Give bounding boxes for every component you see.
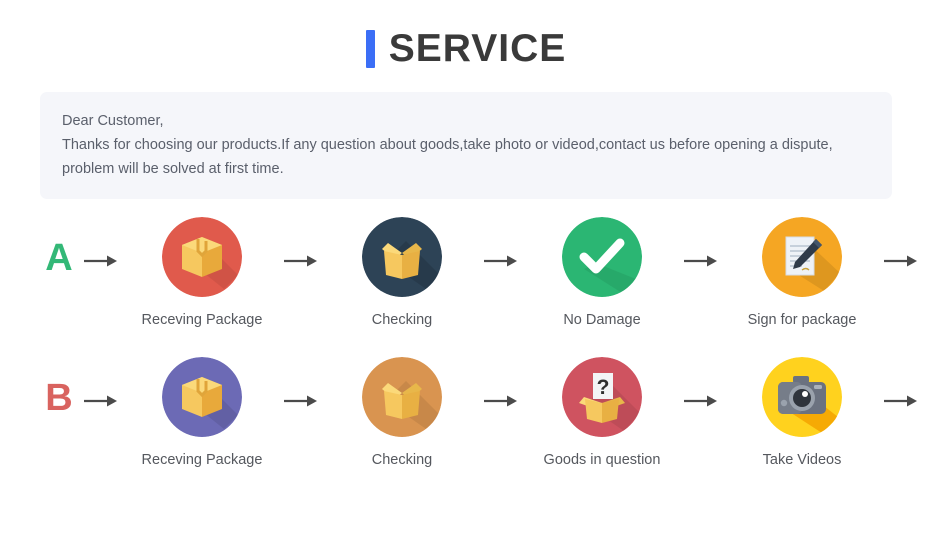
flow-step-b-5: Confirm problem,refund money	[928, 357, 932, 492]
svg-text:?: ?	[597, 376, 610, 399]
open-box-icon	[362, 217, 442, 297]
customer-notice-box: Dear Customer, Thanks for choosing our p…	[40, 92, 892, 199]
flow-label-a: A	[45, 237, 73, 279]
arrow-b-3	[676, 393, 728, 409]
closed-box-icon	[162, 217, 242, 297]
flow-step-a-3: No Damage	[528, 217, 676, 331]
arrow-b-1	[276, 393, 328, 409]
arrow-a-4	[876, 253, 928, 269]
arrow-a-1	[276, 253, 328, 269]
flow-step-a-2: Checking	[328, 217, 476, 331]
step-label: No Damage	[563, 312, 641, 328]
arrow-a-0	[76, 253, 128, 269]
flow-step-b-4: Take Videos	[728, 357, 876, 471]
flow-step-a-1: Receving Package	[128, 217, 276, 331]
flow-step-a-5: Sign for package	[928, 217, 932, 331]
closed-box-icon	[162, 357, 242, 437]
notice-line-1: Dear Customer,	[62, 113, 164, 129]
arrow-a-2	[476, 253, 528, 269]
title-accent-bar	[365, 30, 375, 68]
step-label: Receving Package	[141, 452, 263, 468]
flow-step-b-2: Checking	[328, 357, 476, 471]
arrow-b-0	[76, 393, 128, 409]
step-label: Sign for package	[747, 312, 857, 328]
step-label: Receving Package	[141, 312, 263, 328]
flow-row-a: A Receving Package Checking No Damage Si…	[0, 217, 932, 331]
document-pen-icon	[762, 217, 842, 297]
step-label: Checking	[371, 452, 433, 468]
page-title: SERVICE	[0, 0, 932, 76]
flow-step-b-1: Receving Package	[128, 357, 276, 471]
camera-icon	[762, 357, 842, 437]
check-mark-icon	[562, 217, 642, 297]
step-label: Take Videos	[762, 452, 842, 468]
flow-step-a-4: Sign for package	[728, 217, 876, 331]
flow-row-b: B Receving Package Checking ? Goods in q…	[0, 357, 932, 492]
open-box-icon	[362, 357, 442, 437]
notice-line-2: Thanks for choosing our products.If any …	[62, 137, 833, 153]
question-box-icon: ?	[562, 357, 642, 437]
page-title-text: SERVICE	[388, 27, 567, 70]
arrow-b-4	[876, 393, 928, 409]
arrow-a-3	[676, 253, 728, 269]
step-label: Goods in question	[543, 452, 661, 468]
notice-line-3: problem will be solved at first time.	[62, 161, 284, 177]
flow-step-b-3: ? Goods in question	[528, 357, 676, 471]
flow-label-b: B	[45, 377, 73, 419]
arrow-b-2	[476, 393, 528, 409]
step-label: Checking	[371, 312, 433, 328]
